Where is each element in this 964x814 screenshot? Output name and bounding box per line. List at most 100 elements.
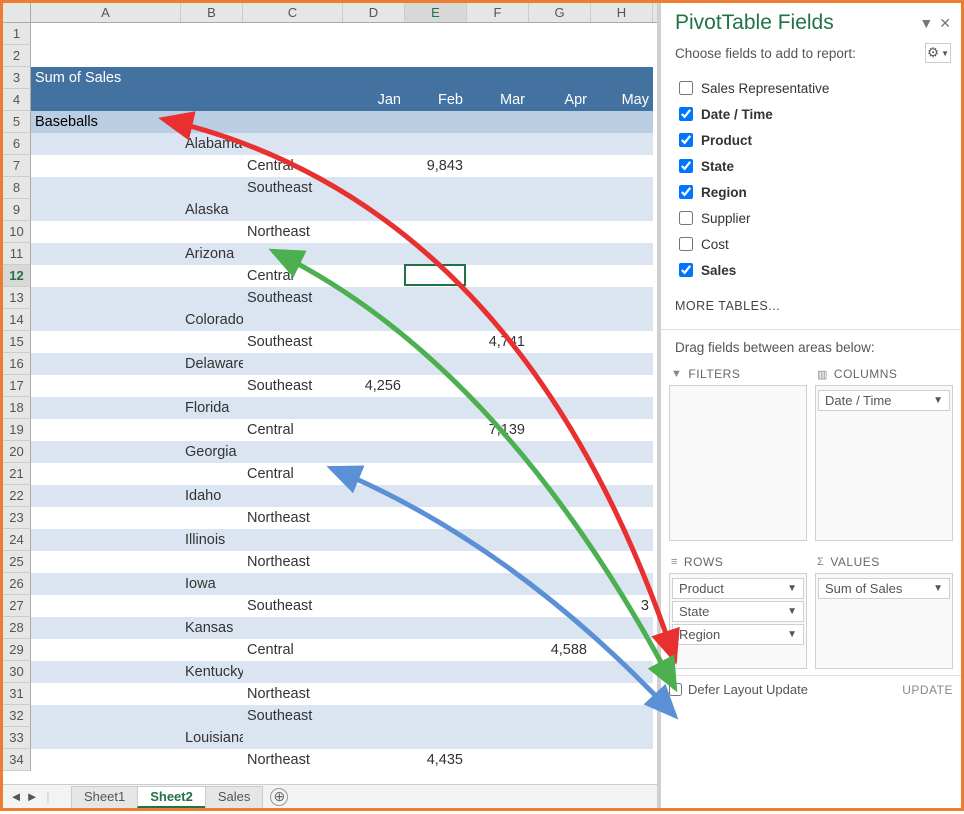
- cell-C26[interactable]: [243, 573, 343, 595]
- cell-F15[interactable]: 4,741: [467, 331, 529, 353]
- tab-nav-prev-icon[interactable]: ►: [25, 789, 39, 804]
- cell-D13[interactable]: [343, 287, 405, 309]
- cell-H9[interactable]: [591, 199, 653, 221]
- cell-B9[interactable]: Alaska: [181, 199, 243, 221]
- cell-D4[interactable]: Jan: [343, 89, 405, 111]
- cell-G15[interactable]: [529, 331, 591, 353]
- cell-F11[interactable]: [467, 243, 529, 265]
- cell-F28[interactable]: [467, 617, 529, 639]
- cell-H32[interactable]: [591, 705, 653, 727]
- cell-B21[interactable]: [181, 463, 243, 485]
- cell-G18[interactable]: [529, 397, 591, 419]
- field-item[interactable]: Region: [675, 179, 951, 205]
- chevron-down-icon[interactable]: ▼: [787, 583, 797, 594]
- cell-B17[interactable]: [181, 375, 243, 397]
- cell-E23[interactable]: [405, 507, 467, 529]
- cell-E15[interactable]: [405, 331, 467, 353]
- cell-G2[interactable]: [529, 45, 591, 67]
- field-item[interactable]: State: [675, 153, 951, 179]
- cell-F31[interactable]: [467, 683, 529, 705]
- cell-G27[interactable]: [529, 595, 591, 617]
- cell-E1[interactable]: [405, 23, 467, 45]
- cell-C17[interactable]: Southeast: [243, 375, 343, 397]
- cell-C28[interactable]: [243, 617, 343, 639]
- cell-A27[interactable]: [31, 595, 181, 617]
- cell-B7[interactable]: [181, 155, 243, 177]
- cell-H22[interactable]: [591, 485, 653, 507]
- cell-H26[interactable]: [591, 573, 653, 595]
- cell-F34[interactable]: [467, 749, 529, 771]
- cell-B24[interactable]: Illinois: [181, 529, 243, 551]
- cell-A23[interactable]: [31, 507, 181, 529]
- cell-E8[interactable]: [405, 177, 467, 199]
- cell-H16[interactable]: [591, 353, 653, 375]
- cell-G25[interactable]: [529, 551, 591, 573]
- cell-B19[interactable]: [181, 419, 243, 441]
- cell-F21[interactable]: [467, 463, 529, 485]
- cell-C12[interactable]: Central: [243, 265, 343, 287]
- column-header-E[interactable]: E: [405, 3, 467, 22]
- cell-B27[interactable]: [181, 595, 243, 617]
- row-header[interactable]: 4: [3, 89, 31, 111]
- cell-G22[interactable]: [529, 485, 591, 507]
- cell-G21[interactable]: [529, 463, 591, 485]
- row-header[interactable]: 26: [3, 573, 31, 595]
- cell-C32[interactable]: Southeast: [243, 705, 343, 727]
- cell-D9[interactable]: [343, 199, 405, 221]
- cell-F23[interactable]: [467, 507, 529, 529]
- cell-G6[interactable]: [529, 133, 591, 155]
- cell-F26[interactable]: [467, 573, 529, 595]
- row-header[interactable]: 25: [3, 551, 31, 573]
- cell-E14[interactable]: [405, 309, 467, 331]
- cell-A33[interactable]: [31, 727, 181, 749]
- cell-F19[interactable]: 7,139: [467, 419, 529, 441]
- cell-H30[interactable]: [591, 661, 653, 683]
- field-checkbox[interactable]: [679, 81, 693, 95]
- row-header[interactable]: 9: [3, 199, 31, 221]
- cell-H10[interactable]: [591, 221, 653, 243]
- cell-G3[interactable]: [529, 67, 591, 89]
- cell-B23[interactable]: [181, 507, 243, 529]
- cell-G29[interactable]: 4,588: [529, 639, 591, 661]
- cell-A34[interactable]: [31, 749, 181, 771]
- area-chip[interactable]: Date / Time▼: [818, 390, 950, 411]
- cell-F1[interactable]: [467, 23, 529, 45]
- row-header[interactable]: 34: [3, 749, 31, 771]
- field-item[interactable]: Cost: [675, 231, 951, 257]
- cell-H34[interactable]: [591, 749, 653, 771]
- cell-E18[interactable]: [405, 397, 467, 419]
- cell-H28[interactable]: [591, 617, 653, 639]
- cell-B10[interactable]: [181, 221, 243, 243]
- cell-F29[interactable]: [467, 639, 529, 661]
- cell-A17[interactable]: [31, 375, 181, 397]
- cell-G11[interactable]: [529, 243, 591, 265]
- row-header[interactable]: 11: [3, 243, 31, 265]
- cell-H7[interactable]: [591, 155, 653, 177]
- field-item[interactable]: Sales Representative: [675, 75, 951, 101]
- row-header[interactable]: 27: [3, 595, 31, 617]
- field-list-tools-button[interactable]: ⚙ ▼: [925, 43, 951, 63]
- cell-A15[interactable]: [31, 331, 181, 353]
- field-checkbox[interactable]: [679, 159, 693, 173]
- area-chip[interactable]: Region▼: [672, 624, 804, 645]
- cell-D24[interactable]: [343, 529, 405, 551]
- cell-E27[interactable]: [405, 595, 467, 617]
- cell-G33[interactable]: [529, 727, 591, 749]
- cell-D16[interactable]: [343, 353, 405, 375]
- row-header[interactable]: 23: [3, 507, 31, 529]
- cell-G17[interactable]: [529, 375, 591, 397]
- cell-D17[interactable]: 4,256: [343, 375, 405, 397]
- cell-B16[interactable]: Delaware: [181, 353, 243, 375]
- cell-A13[interactable]: [31, 287, 181, 309]
- cell-H23[interactable]: [591, 507, 653, 529]
- cell-A26[interactable]: [31, 573, 181, 595]
- cell-D18[interactable]: [343, 397, 405, 419]
- cell-F24[interactable]: [467, 529, 529, 551]
- cell-C10[interactable]: Northeast: [243, 221, 343, 243]
- cell-A18[interactable]: [31, 397, 181, 419]
- cell-F2[interactable]: [467, 45, 529, 67]
- area-values[interactable]: Sum of Sales▼: [815, 573, 953, 669]
- column-header-B[interactable]: B: [181, 3, 243, 22]
- row-header[interactable]: 8: [3, 177, 31, 199]
- cell-B31[interactable]: [181, 683, 243, 705]
